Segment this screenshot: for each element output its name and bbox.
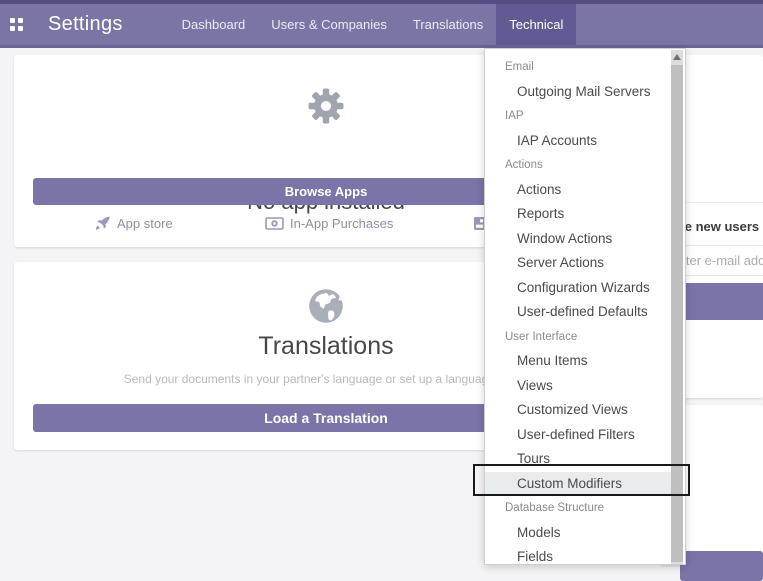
menu-item-server-actions[interactable]: Server Actions: [485, 251, 671, 276]
menu-dashboard[interactable]: Dashboard: [169, 4, 259, 45]
menu-item-reports[interactable]: Reports: [485, 202, 671, 227]
menu-section-actions: Actions: [485, 153, 671, 178]
menu-item-views[interactable]: Views: [485, 374, 671, 399]
right-panel-button[interactable]: [680, 551, 763, 581]
menu-technical[interactable]: Technical: [496, 4, 576, 45]
dropdown-scrollbar[interactable]: [671, 50, 683, 564]
in-app-purchases-link[interactable]: In-App Purchases: [265, 213, 393, 233]
menu-item-models[interactable]: Models: [485, 521, 671, 546]
technical-dropdown: EmailOutgoing Mail ServersIAPIAP Account…: [484, 48, 686, 565]
menu-item-custom-modifiers[interactable]: Custom Modifiers: [485, 472, 671, 497]
in-app-purchases-label: In-App Purchases: [290, 216, 393, 231]
menu-item-fields[interactable]: Fields: [485, 545, 671, 570]
menu-section-iap: IAP: [485, 104, 671, 129]
app-store-link[interactable]: App store: [95, 213, 173, 233]
scrollbar-thumb[interactable]: [671, 65, 683, 562]
top-navbar: Settings Dashboard Users & Companies Tra…: [0, 0, 763, 48]
technical-menu-list: EmailOutgoing Mail ServersIAPIAP Account…: [485, 55, 671, 570]
banknote-icon: [265, 217, 284, 230]
page-title: Settings: [48, 13, 123, 36]
menu-section-user-interface: User Interface: [485, 325, 671, 350]
scrollbar-up-arrow-icon[interactable]: [673, 54, 681, 60]
menu-item-menu-items[interactable]: Menu Items: [485, 349, 671, 374]
rocket-icon: [95, 216, 111, 231]
app-store-label: App store: [117, 216, 173, 231]
main-menu: Dashboard Users & Companies Translations…: [169, 4, 577, 45]
menu-item-window-actions[interactable]: Window Actions: [485, 227, 671, 252]
menu-item-customized-views[interactable]: Customized Views: [485, 398, 671, 423]
menu-item-outgoing-mail-servers[interactable]: Outgoing Mail Servers: [485, 80, 671, 105]
menu-item-tours[interactable]: Tours: [485, 447, 671, 472]
menu-section-email: Email: [485, 55, 671, 80]
menu-item-iap-accounts[interactable]: IAP Accounts: [485, 129, 671, 154]
menu-section-database-structure: Database Structure: [485, 496, 671, 521]
menu-item-actions[interactable]: Actions: [485, 178, 671, 203]
menu-users-companies[interactable]: Users & Companies: [258, 4, 400, 45]
menu-translations[interactable]: Translations: [400, 4, 496, 45]
apps-grid-icon[interactable]: [10, 18, 23, 31]
menu-item-configuration-wizards[interactable]: Configuration Wizards: [485, 276, 671, 301]
menu-item-user-defined-defaults[interactable]: User-defined Defaults: [485, 300, 671, 325]
menu-item-user-defined-filters[interactable]: User-defined Filters: [485, 423, 671, 448]
